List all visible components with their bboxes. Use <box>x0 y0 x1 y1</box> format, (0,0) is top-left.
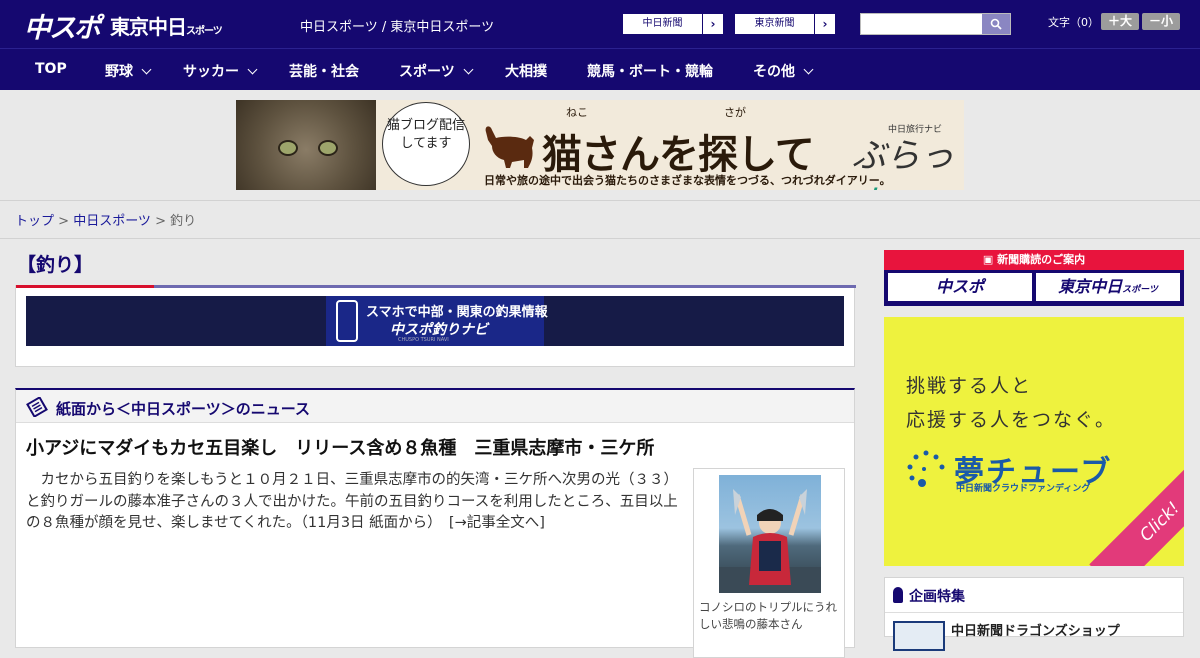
speech-bubble: 猫ブログ配信してます <box>382 102 470 186</box>
yume-dots-icon <box>907 450 945 487</box>
nav-item-entertainment[interactable]: 芸能・社会 <box>289 61 359 81</box>
subscribe-tokyo-chunichi-button[interactable]: 東京中日スポーツ <box>1036 273 1180 301</box>
site-name: 中日スポーツ / 東京中日スポーツ <box>300 20 495 35</box>
yume-brand-sub: 中日新聞クラウドファンディング <box>956 484 1091 494</box>
nav-item-sports[interactable]: スポーツ <box>399 61 474 81</box>
nav-item-label: その他 <box>753 64 795 80</box>
tsuri-navi-banner[interactable]: スマホで中部・関東の釣果情報 中スポ釣りナビ CHUSPO TSURI NAVI <box>26 296 844 346</box>
ruby-neko: ねこ <box>566 106 588 119</box>
divider <box>0 200 1200 201</box>
cat-photo <box>236 100 376 190</box>
font-size-down-button[interactable]: －小 <box>1142 13 1180 30</box>
chevron-down-icon <box>247 64 258 75</box>
newspaper-icon <box>26 397 48 417</box>
yume-line1: 挑戦する人と <box>906 375 1033 397</box>
breadcrumb-separator: > <box>54 214 74 229</box>
subscribe-tokyo-chunichi-suffix: スポーツ <box>1122 285 1158 295</box>
smartphone-icon <box>336 300 358 342</box>
nav-item-baseball[interactable]: 野球 <box>105 61 152 81</box>
main-nav: TOP 野球 サッカー 芸能・社会 スポーツ 大相撲 競馬・ボート・競輪 その他 <box>0 48 1200 90</box>
nav-item-label: 野球 <box>105 64 133 80</box>
feature-thumbnail[interactable] <box>893 621 945 651</box>
cat-eye-left <box>278 140 298 156</box>
tsuri-navi-logo: スマホで中部・関東の釣果情報 中スポ釣りナビ CHUSPO TSURI NAVI <box>326 296 548 346</box>
breadcrumb-top[interactable]: トップ <box>15 214 54 229</box>
yume-line2: 応援する人をつなぐ。 <box>906 409 1117 431</box>
nav-item-label: スポーツ <box>399 64 455 80</box>
nav-item-label: 大相撲 <box>505 64 547 80</box>
search-icon <box>990 18 1002 30</box>
chunichi-shimbun-link[interactable]: 中日新聞 › <box>622 13 724 35</box>
search-button[interactable] <box>982 14 1010 34</box>
medal-icon <box>893 587 903 603</box>
tokyo-shimbun-link[interactable]: 東京新聞 › <box>734 13 836 35</box>
divider <box>885 612 1183 613</box>
tsuri-navi-line3: CHUSPO TSURI NAVI <box>398 337 449 343</box>
cat-silhouette-icon <box>485 126 534 168</box>
chevron-right-icon: › <box>822 17 828 31</box>
font-size-up-button[interactable]: ＋大 <box>1101 13 1139 30</box>
news-photo-caption: コノシロのトリプルにうれしい悲鳴の藤本さん <box>699 600 837 631</box>
breadcrumb-current: 釣り <box>170 214 197 229</box>
breadcrumb-parent[interactable]: 中日スポーツ <box>73 214 151 229</box>
search-input[interactable] <box>861 14 981 34</box>
news-headline[interactable]: 小アジにマダイもカセ五目楽し リリース含め８魚種 三重県志摩市・三ケ所 <box>26 434 654 460</box>
breadcrumb: トップ > 中日スポーツ > 釣り <box>15 210 196 229</box>
nav-item-label: 競馬・ボート・競輪 <box>587 64 713 80</box>
ticket-icon: ▣ <box>982 253 998 266</box>
title-accent-bar <box>154 285 856 288</box>
cat-eye-right <box>318 140 338 156</box>
subscribe-tokyo-chunichi-label: 東京中日 <box>1058 277 1123 296</box>
feature-header: 企画特集 <box>893 586 965 606</box>
nav-item-label: TOP <box>35 61 67 77</box>
nav-item-soccer[interactable]: サッカー <box>183 61 258 81</box>
tokyo-shimbun-label: 東京新聞 <box>735 14 815 34</box>
news-body: カセから五目釣りを楽しもうと１０月２１日、三重県志摩市の的矢湾・三ケ所へ次男の光… <box>26 472 679 531</box>
feature-header-text: 企画特集 <box>909 589 965 605</box>
chuspo-logo[interactable]: 中スポ <box>24 6 101 45</box>
subscription-header: ▣ 新聞購読のご案内 <box>884 250 1184 270</box>
news-photo <box>719 475 821 593</box>
ad-brand-text: ぶらっ <box>852 136 954 176</box>
chevron-down-icon <box>803 64 814 75</box>
nav-item-keiba[interactable]: 競馬・ボート・競輪 <box>587 61 713 81</box>
cat-blog-ad-banner[interactable]: 猫ブログ配信してます ねこ さが 猫さんを探して 中日旅行ナビ ぶらっ人 日常や… <box>236 100 964 190</box>
feature-box: 企画特集 中日新聞ドラゴンズショップ <box>884 577 1184 651</box>
chevron-down-icon <box>463 64 474 75</box>
tokyo-chunichi-logo[interactable]: 東京中日スポーツ <box>110 11 223 40</box>
search-box <box>860 13 1011 35</box>
top-header: 中スポ 東京中日スポーツ 中日スポーツ / 東京中日スポーツ 中日新聞 › 東京… <box>0 0 1200 48</box>
news-section-label: 紙面から＜中日スポーツ＞のニュース <box>56 400 310 418</box>
news-section-header: 紙面から＜中日スポーツ＞のニュース <box>16 390 854 423</box>
ad-subtext: 日常や旅の途中で出会う猫たちのさまざまな表情をつづる、つれづれダイアリー。 <box>484 174 891 187</box>
subscription-header-text: 新聞購読のご案内 <box>997 253 1086 266</box>
breadcrumb-separator: > <box>150 214 171 229</box>
nav-item-sumo[interactable]: 大相撲 <box>505 61 547 81</box>
tsuri-navi-box: スマホで中部・関東の釣果情報 中スポ釣りナビ CHUSPO TSURI NAVI <box>15 285 856 367</box>
tokyo-chunichi-logo-text: 東京中日 <box>110 15 187 39</box>
title-accent-bar <box>16 285 154 288</box>
divider <box>0 238 1200 239</box>
angler-figure <box>719 489 821 593</box>
nav-item-other[interactable]: その他 <box>753 61 814 81</box>
chevron-down-icon <box>141 64 152 75</box>
news-section: 紙面から＜中日スポーツ＞のニュース 小アジにマダイもカセ五目楽し リリース含め８… <box>15 388 855 658</box>
page-title: 【釣り】 <box>17 254 94 276</box>
nav-item-label: 芸能・社会 <box>289 64 359 80</box>
chunichi-shimbun-label: 中日新聞 <box>623 14 703 34</box>
chevron-right-icon: › <box>710 17 716 31</box>
subscription-box: ▣ 新聞購読のご案内 中スポ 東京中日スポーツ <box>884 250 1184 306</box>
tsuri-navi-line2: 中スポ釣りナビ <box>390 322 488 338</box>
nav-item-label: サッカー <box>183 64 239 80</box>
subscribe-chuspo-button[interactable]: 中スポ <box>888 273 1032 301</box>
tokyo-chunichi-logo-suffix: スポーツ <box>186 26 223 37</box>
ruby-saga: さが <box>724 106 746 119</box>
tsuri-navi-line1: スマホで中部・関東の釣果情報 <box>366 305 548 320</box>
font-size-label: 文字（0） <box>1048 16 1099 29</box>
nav-item-top[interactable]: TOP <box>35 61 67 77</box>
yume-tube-ad[interactable]: 挑戦する人と 応援する人をつなぐ。 夢チューブ 中日新聞クラウドファンディング … <box>884 317 1184 566</box>
